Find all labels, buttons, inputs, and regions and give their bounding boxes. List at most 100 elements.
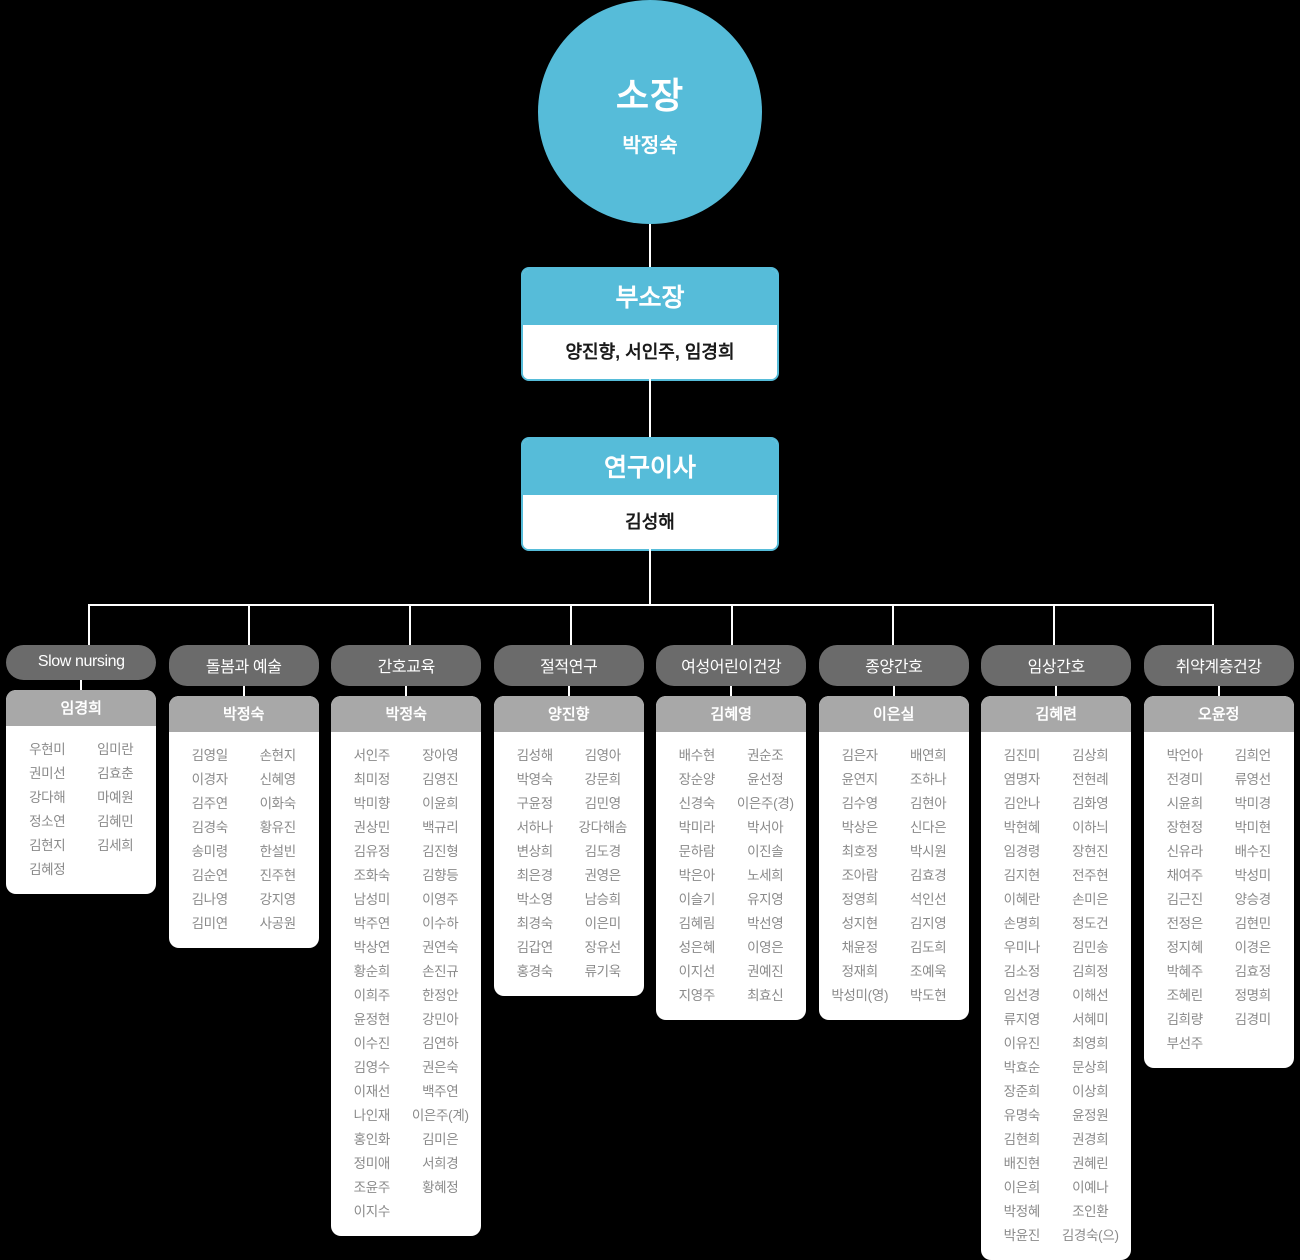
department-name-pill[interactable]: 돌봄과 예술 <box>169 645 319 686</box>
member-name: 이수하 <box>412 912 469 936</box>
member-name: 백주연 <box>412 1080 469 1104</box>
member-name: 정지혜 <box>1157 936 1213 960</box>
member-name: 김수영 <box>831 792 888 816</box>
member-name: 김세희 <box>87 834 143 858</box>
member-name: 권혜린 <box>1062 1152 1119 1176</box>
member-name: 배진현 <box>994 1152 1050 1176</box>
member-name: 윤정현 <box>344 1008 400 1032</box>
member-name: 성은혜 <box>669 936 725 960</box>
department-name-pill[interactable]: 절적연구 <box>494 645 644 686</box>
member-name: 김혜정 <box>19 858 75 882</box>
member-name: 부선주 <box>1157 1032 1213 1056</box>
member-name: 이화숙 <box>250 792 306 816</box>
member-name: 이희주 <box>344 984 400 1008</box>
member-name: 김효춘 <box>87 762 143 786</box>
department-card: 임경희우현미권미선강다해정소연김현지김혜정임미란김효춘마예원김혜민김세희 <box>6 690 156 894</box>
member-name: 김화영 <box>1062 792 1119 816</box>
member-name: 이경자 <box>182 768 238 792</box>
department-lead: 박정숙 <box>331 696 481 732</box>
member-name: 김민영 <box>575 792 631 816</box>
director-title: 소장 <box>616 67 684 119</box>
member-name: 황혜정 <box>412 1176 469 1200</box>
member-column-left: 배수현장순양신경숙박미라문하람박은아이슬기김혜림성은혜이지선지영주 <box>669 744 725 1008</box>
department-column: 임상간호김혜련김진미염명자김안나박현혜임경령김지현이혜란손명희우미나김소정임선경… <box>975 645 1138 1260</box>
connector-drop-7 <box>1053 604 1055 646</box>
department-name-pill[interactable]: 임상간호 <box>981 645 1131 686</box>
connector-pill-to-card <box>893 686 895 696</box>
department-column: Slow nursing임경희우현미권미선강다해정소연김현지김혜정임미란김효춘마… <box>0 645 163 894</box>
connector-drop-1 <box>88 604 90 646</box>
member-name: 채윤정 <box>831 936 888 960</box>
member-name: 류지영 <box>994 1008 1050 1032</box>
member-name: 김영수 <box>344 1056 400 1080</box>
member-name: 강다해솜 <box>575 816 631 840</box>
member-name: 김순연 <box>182 864 238 888</box>
department-name-pill[interactable]: 취약계층건강 <box>1144 645 1294 686</box>
member-name: 전경미 <box>1157 768 1213 792</box>
member-name: 강다해 <box>19 786 75 810</box>
department-lead: 이은실 <box>819 696 969 732</box>
member-name: 박현혜 <box>994 816 1050 840</box>
member-column-left: 우현미권미선강다해정소연김현지김혜정 <box>19 738 75 882</box>
member-name: 김영일 <box>182 744 238 768</box>
member-name: 김진형 <box>412 840 469 864</box>
member-name: 김지현 <box>994 864 1050 888</box>
department-lead: 박정숙 <box>169 696 319 732</box>
member-grid: 박언아전경미시윤희장현정신유라채여주김근진전정은정지혜박혜주조혜린김희량부선주김… <box>1144 732 1294 1056</box>
member-name: 박성미 <box>1225 864 1281 888</box>
member-name: 이예나 <box>1062 1176 1119 1200</box>
member-name: 서혜미 <box>1062 1008 1119 1032</box>
member-name: 이슬기 <box>669 888 725 912</box>
department-card: 박정숙김영일이경자김주연김경숙송미령김순연김나영김미연손현지신혜영이화숙황유진한… <box>169 696 319 948</box>
connector-bus-horizontal <box>88 604 1213 606</box>
member-name: 손미은 <box>1062 888 1119 912</box>
member-name: 문하람 <box>669 840 725 864</box>
connector-vice-research <box>649 375 651 437</box>
member-name: 김희언 <box>1225 744 1281 768</box>
member-name: 정영희 <box>831 888 888 912</box>
connector-pill-to-card <box>1218 686 1220 696</box>
department-name-pill[interactable]: Slow nursing <box>6 645 156 680</box>
member-name: 노세희 <box>737 864 794 888</box>
member-name: 최영희 <box>1062 1032 1119 1056</box>
member-name: 이혜란 <box>994 888 1050 912</box>
department-name-pill[interactable]: 간호교육 <box>331 645 481 686</box>
member-name: 송미령 <box>182 840 238 864</box>
member-name: 서인주 <box>344 744 400 768</box>
member-name: 조혜린 <box>1157 984 1213 1008</box>
member-name: 김경미 <box>1225 1008 1281 1032</box>
connector-drop-8 <box>1212 604 1214 646</box>
member-name: 김현민 <box>1225 912 1281 936</box>
member-name: 박상연 <box>344 936 400 960</box>
member-name: 김지영 <box>900 912 956 936</box>
member-name: 장준희 <box>994 1080 1050 1104</box>
member-name: 박서아 <box>737 816 794 840</box>
member-name: 김미연 <box>182 912 238 936</box>
department-column: 돌봄과 예술박정숙김영일이경자김주연김경숙송미령김순연김나영김미연손현지신혜영이… <box>163 645 326 948</box>
member-name: 박정혜 <box>994 1200 1050 1224</box>
department-name-pill[interactable]: 여성어린이건강 <box>656 645 806 686</box>
member-column-right: 권순조윤선정이은주(경)박서아이진솔노세희유지영박선영이영은권예진최효신 <box>737 744 794 1008</box>
research-director-title: 연구이사 <box>523 439 777 495</box>
member-name: 유명숙 <box>994 1104 1050 1128</box>
department-name-pill[interactable]: 종양간호 <box>819 645 969 686</box>
member-name: 김경숙(으) <box>1062 1224 1119 1248</box>
member-name: 홍경숙 <box>507 960 563 984</box>
member-name: 김도경 <box>575 840 631 864</box>
member-name: 이수진 <box>344 1032 400 1056</box>
member-name: 정명희 <box>1225 984 1281 1008</box>
member-name: 사공원 <box>250 912 306 936</box>
member-name: 시윤희 <box>1157 792 1213 816</box>
connector-pill-to-card <box>243 686 245 696</box>
member-name: 박시원 <box>900 840 956 864</box>
department-lead: 임경희 <box>6 690 156 726</box>
member-name: 남성미 <box>344 888 400 912</box>
member-name: 김소정 <box>994 960 1050 984</box>
member-column-left: 서인주최미정박미향권상민김유정조화숙남성미박주연박상연황순희이희주윤정현이수진김… <box>344 744 400 1224</box>
member-name: 이재선 <box>344 1080 400 1104</box>
department-column: 간호교육박정숙서인주최미정박미향권상민김유정조화숙남성미박주연박상연황순희이희주… <box>325 645 488 1236</box>
member-name: 김경숙 <box>182 816 238 840</box>
department-card: 오윤정박언아전경미시윤희장현정신유라채여주김근진전정은정지혜박혜주조혜린김희량부… <box>1144 696 1294 1068</box>
member-grid: 김진미염명자김안나박현혜임경령김지현이혜란손명희우미나김소정임선경류지영이유진박… <box>981 732 1131 1248</box>
member-grid: 김영일이경자김주연김경숙송미령김순연김나영김미연손현지신혜영이화숙황유진한설빈진… <box>169 732 319 936</box>
